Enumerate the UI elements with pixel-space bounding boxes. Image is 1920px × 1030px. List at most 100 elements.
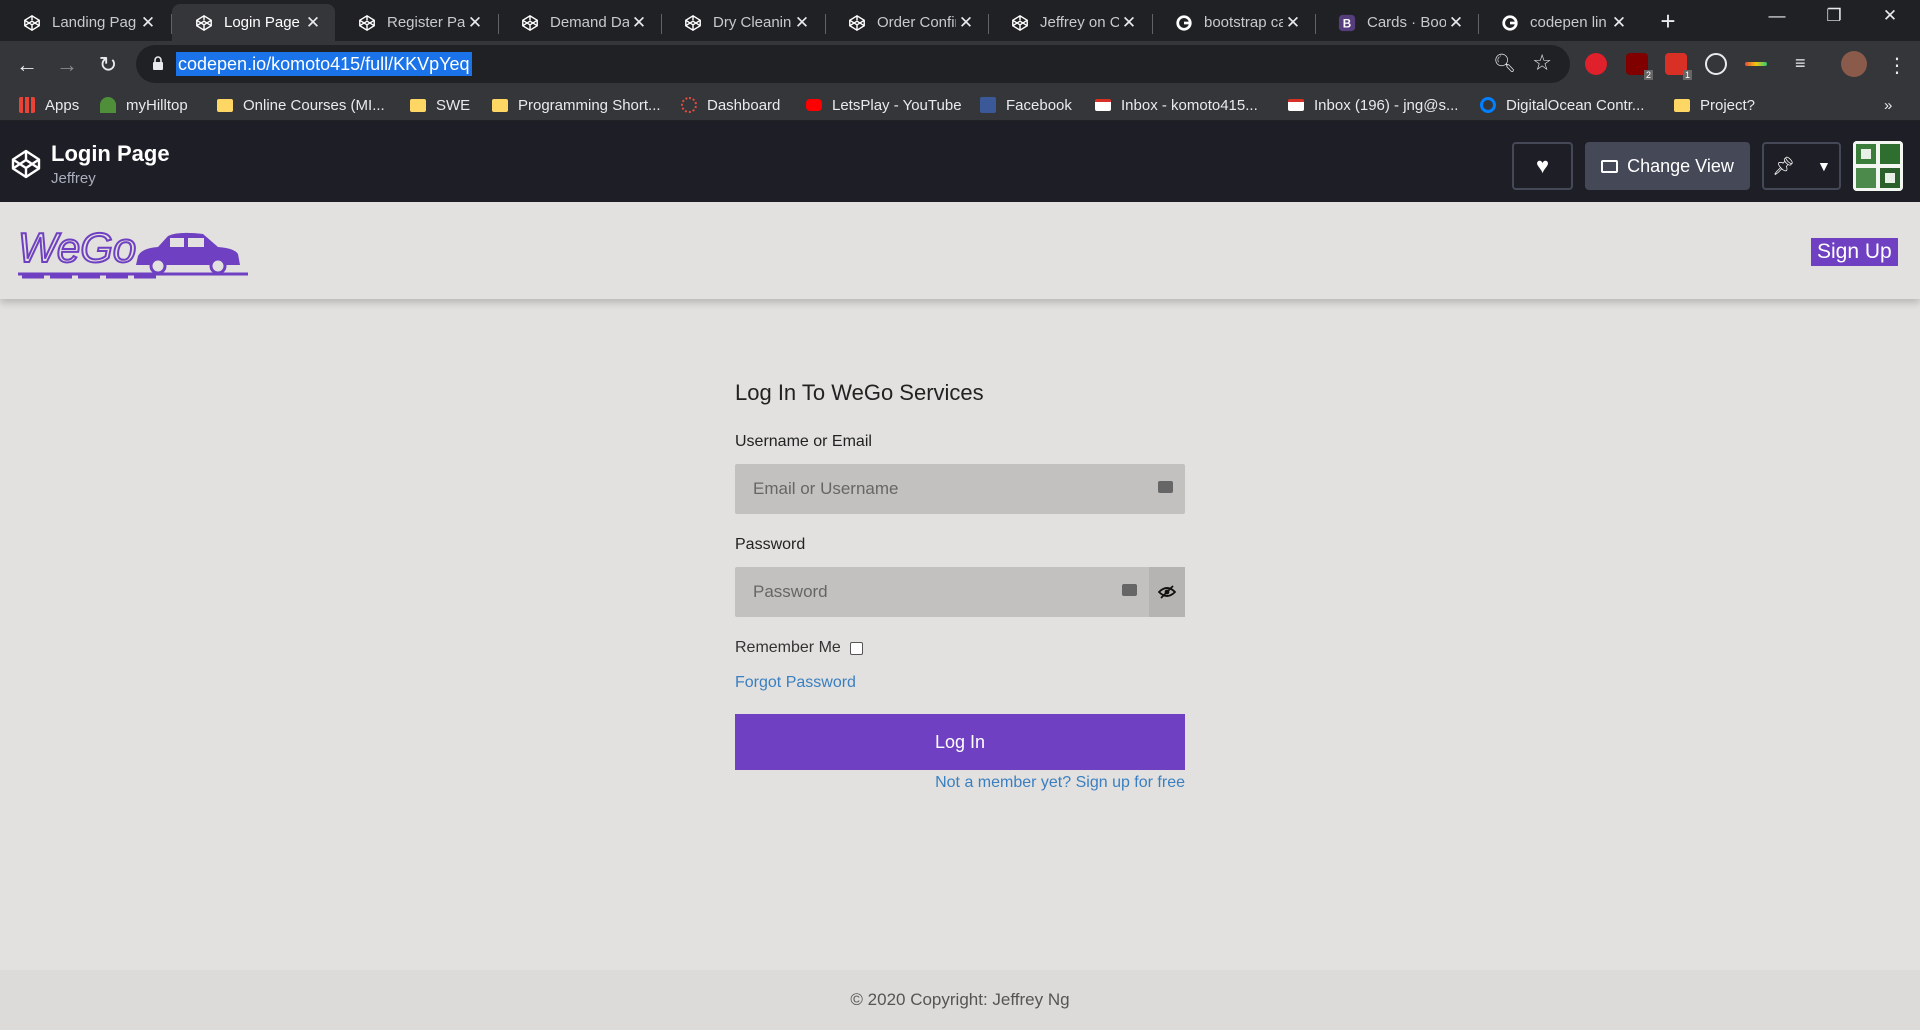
facebook-icon (980, 97, 996, 113)
bookmark-label: Facebook (1006, 96, 1072, 114)
change-view-label: Change View (1627, 155, 1734, 176)
login-heading: Log In To WeGo Services (735, 380, 984, 405)
signup-button[interactable]: Sign Up (1811, 238, 1898, 266)
toggle-password-visibility-button[interactable] (1149, 567, 1185, 617)
bookmark-label: Programming Short... (518, 96, 661, 114)
user-avatar[interactable] (1853, 141, 1903, 191)
bookmark-label: SWE (436, 96, 471, 114)
close-icon[interactable]: ✕ (1283, 13, 1303, 33)
bookmark-programming[interactable]: Programming Short... (492, 94, 661, 116)
extension-icon[interactable]: 1 (1665, 53, 1692, 80)
layout-icon (1601, 159, 1619, 173)
bookmark-facebook[interactable]: Facebook (980, 94, 1072, 116)
codepen-icon (683, 13, 703, 33)
browser-tab[interactable]: Dry Cleaning ✕ (661, 4, 824, 41)
signup-link[interactable]: Not a member yet? Sign up for free (935, 774, 1185, 792)
youtube-icon (806, 99, 822, 111)
folder-icon (217, 98, 233, 112)
bookmark-label: Dashboard (707, 96, 781, 114)
like-button[interactable]: ♥ (1512, 142, 1573, 190)
bookmark-dashboard[interactable]: Dashboard (681, 94, 780, 116)
bookmark-inbox-jng[interactable]: Inbox (196) - jng@s... (1288, 94, 1458, 116)
menu-icon[interactable]: ⋮ (1887, 53, 1909, 77)
bookmark-label: myHilltop (126, 96, 188, 114)
codepen-icon (194, 13, 214, 33)
wego-logo[interactable]: WeGo (17, 222, 254, 280)
bookmark-youtube[interactable]: LetsPlay - YouTube (806, 94, 962, 116)
dashboard-icon (681, 97, 697, 113)
browser-tab[interactable]: Order Confir ✕ (825, 4, 988, 41)
minimize-icon[interactable]: — (1765, 6, 1789, 26)
profile-avatar[interactable] (1841, 51, 1867, 77)
bookmark-label: DigitalOcean Contr... (1506, 96, 1645, 114)
tab-title: Dry Cleaning (713, 14, 792, 31)
close-icon[interactable]: ✕ (956, 13, 976, 33)
browser-tab[interactable]: Demand Dat ✕ (498, 4, 661, 41)
password-label: Password (735, 536, 806, 553)
new-tab-button[interactable]: + (1656, 8, 1680, 34)
pin-button[interactable]: 📌︎ ▼ (1762, 142, 1841, 190)
extension-badge: 1 (1682, 70, 1692, 80)
browser-tab[interactable]: Landing Pag ✕ (0, 4, 170, 41)
username-input[interactable] (735, 464, 1185, 514)
close-icon[interactable]: ✕ (629, 13, 649, 33)
bookmark-label: Apps (45, 96, 80, 114)
digitalocean-icon (1480, 97, 1496, 113)
close-icon[interactable]: ✕ (303, 13, 323, 33)
extension-icon[interactable] (1705, 53, 1727, 75)
password-manager-icon[interactable] (1122, 584, 1137, 596)
bookmark-online-courses[interactable]: Online Courses (MI... (217, 94, 385, 116)
close-icon[interactable]: ✕ (1609, 13, 1629, 33)
codepen-logo-icon[interactable] (10, 148, 42, 180)
browser-tab[interactable]: codepen lin ✕ (1478, 4, 1641, 41)
close-icon[interactable]: ✕ (1119, 13, 1139, 33)
remember-me: Remember Me (735, 639, 863, 657)
bookmark-digitalocean[interactable]: DigitalOcean Contr... (1480, 94, 1644, 116)
password-input[interactable] (735, 567, 1185, 617)
remember-me-checkbox[interactable] (849, 641, 863, 655)
codepen-icon (520, 13, 540, 33)
forgot-password-link[interactable]: Forgot Password (735, 674, 856, 692)
browser-tab[interactable]: Jeffrey on C ✕ (988, 4, 1151, 41)
url-text[interactable]: codepen.io/komoto415/full/KKVpYeq (176, 52, 472, 76)
bookmark-project[interactable]: Project? (1674, 94, 1755, 116)
username-field-wrapper (735, 464, 1185, 514)
folder-icon (492, 98, 508, 112)
bookmark-swe[interactable]: SWE (410, 94, 470, 116)
browser-tab[interactable]: B Cards · Boot ✕ (1315, 4, 1478, 41)
close-icon[interactable]: ✕ (138, 13, 158, 33)
back-icon[interactable]: ← (12, 50, 42, 80)
browser-tab[interactable]: Register Pag ✕ (335, 4, 497, 41)
forward-icon[interactable]: → (52, 50, 82, 80)
media-control-icon[interactable]: ≡ (1795, 53, 1817, 75)
bookmark-myhilltop[interactable]: myHilltop (100, 94, 188, 116)
pin-icon: 📌︎ (1772, 155, 1795, 176)
bookmark-star-icon[interactable]: ☆ (1532, 50, 1552, 76)
restore-icon[interactable]: ❐ (1822, 6, 1846, 26)
change-view-button[interactable]: Change View (1585, 142, 1750, 190)
google-icon (1174, 13, 1194, 33)
close-icon[interactable]: ✕ (792, 13, 812, 33)
username-label: Username or Email (735, 433, 872, 450)
tab-title: Landing Pag (52, 14, 137, 31)
zoom-icon[interactable]: 🔍︎ (1493, 53, 1516, 74)
gmail-icon (1095, 99, 1111, 111)
browser-tab-active[interactable]: Login Page ✕ (172, 4, 335, 41)
bookmarks-overflow-icon[interactable]: » (1884, 94, 1892, 116)
gmail-icon (1288, 99, 1304, 111)
window-close-icon[interactable]: ✕ (1878, 6, 1902, 26)
ublock-icon[interactable]: 2 (1626, 53, 1653, 80)
browser-tab[interactable]: bootstrap ca ✕ (1152, 4, 1315, 41)
password-manager-icon[interactable] (1158, 481, 1173, 493)
extension-icon[interactable] (1745, 62, 1767, 66)
reload-icon[interactable]: ↻ (93, 50, 123, 80)
close-icon[interactable]: ✕ (465, 13, 485, 33)
address-bar[interactable]: codepen.io/komoto415/full/KKVpYeq 🔍︎ ☆ (136, 45, 1570, 83)
codepen-header: Login Page Jeffrey ♥ Change View 📌︎ ▼ (0, 121, 1920, 202)
bookmark-inbox-komoto[interactable]: Inbox - komoto415... (1095, 94, 1258, 116)
close-icon[interactable]: ✕ (1446, 13, 1466, 33)
login-button[interactable]: Log In (735, 714, 1185, 770)
bookmark-apps[interactable]: Apps (19, 94, 79, 116)
pen-author[interactable]: Jeffrey (51, 170, 96, 187)
extension-icon[interactable] (1585, 53, 1607, 75)
